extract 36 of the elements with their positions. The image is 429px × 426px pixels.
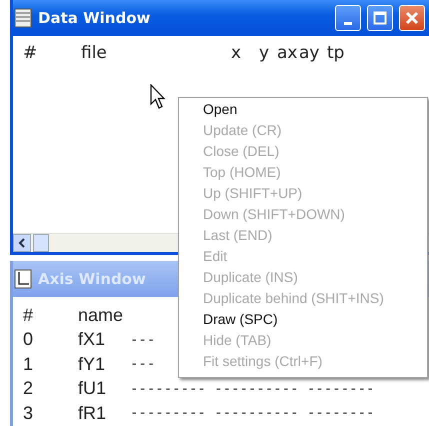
table-cell-text: fR1 xyxy=(78,402,108,424)
column-header: # xyxy=(23,304,34,326)
table-cell-text: fY1 xyxy=(78,354,106,375)
window-title: Data Window xyxy=(38,9,150,27)
table-cell-text: fU1 xyxy=(78,378,108,400)
column-header: # xyxy=(23,42,38,62)
column-header: file xyxy=(81,42,108,62)
table-icon xyxy=(14,8,32,28)
menu-item[interactable]: Open xyxy=(179,101,427,122)
scroll-thumb[interactable] xyxy=(33,234,49,252)
maximize-icon xyxy=(373,11,387,25)
table-cell-text: 3 xyxy=(23,402,34,424)
minimize-button[interactable] xyxy=(335,5,361,31)
column-header: name xyxy=(78,304,124,326)
close-icon xyxy=(405,11,419,25)
table-cell: --------- ---------- -------- xyxy=(130,380,374,397)
menu-item[interactable]: Draw (SPC) xyxy=(179,311,427,332)
maximize-button[interactable] xyxy=(367,5,393,31)
axis-icon xyxy=(14,269,32,289)
window-title: Axis Window xyxy=(38,270,146,288)
minimize-icon xyxy=(344,22,352,24)
table-cell-text: 1 xyxy=(23,354,34,375)
table-cell-text: 2 xyxy=(23,378,34,400)
table-cell: --- xyxy=(130,332,156,348)
table-cell: --- xyxy=(130,356,156,372)
column-header: y xyxy=(259,42,270,62)
table-cell-text: fX1 xyxy=(78,329,106,350)
column-header: ay xyxy=(299,42,320,62)
column-header: tp xyxy=(327,42,346,62)
mouse-pointer-icon xyxy=(150,84,166,110)
table-cell: --------- ---------- -------- xyxy=(130,405,374,422)
close-button[interactable] xyxy=(399,5,425,31)
table-cell-text: 0 xyxy=(23,329,34,350)
column-header: ax xyxy=(277,42,298,62)
column-header: x xyxy=(231,42,242,62)
scroll-left-button[interactable] xyxy=(13,234,31,252)
